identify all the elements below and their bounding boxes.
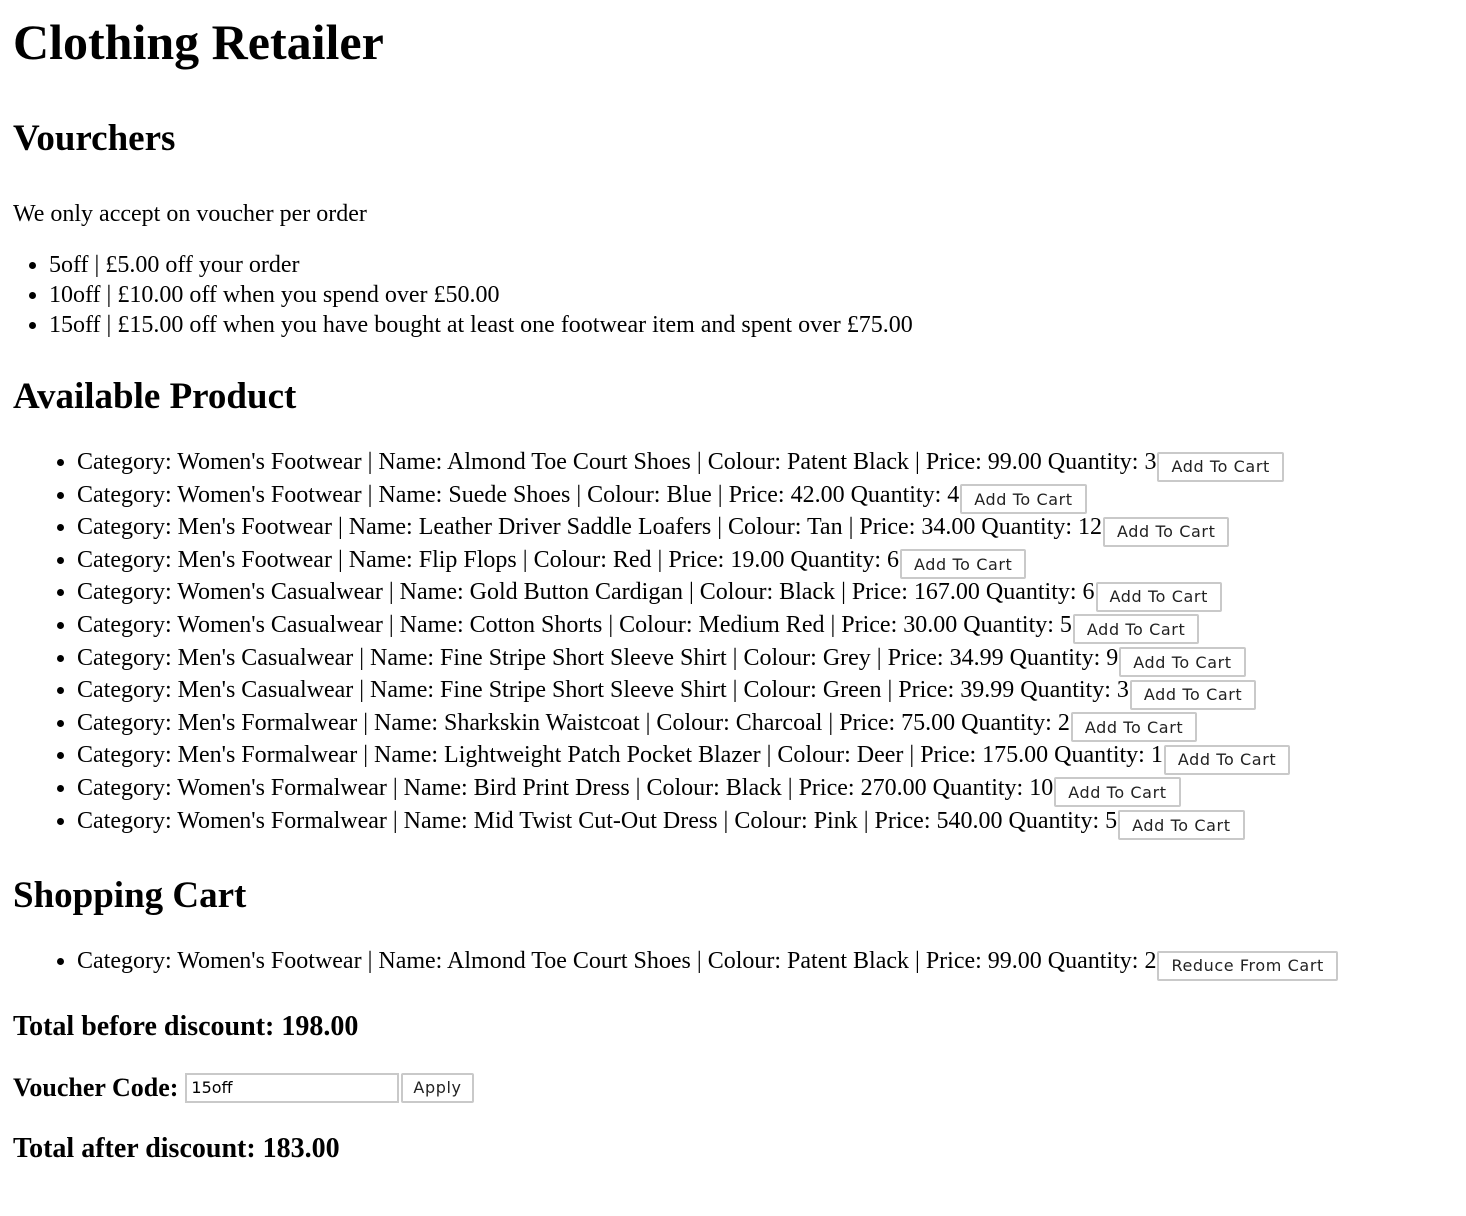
- product-item: Category: Men's Footwear | Name: Flip Fl…: [77, 546, 1453, 580]
- add-to-cart-button[interactable]: Add To Cart: [1119, 647, 1246, 678]
- product-item: Category: Men's Formalwear | Name: Shark…: [77, 709, 1453, 743]
- product-item: Category: Men's Footwear | Name: Leather…: [77, 513, 1453, 547]
- page: Clothing Retailer Vourchers We only acce…: [0, 0, 1466, 1165]
- voucher-code-label: Voucher Code:: [13, 1072, 179, 1102]
- add-to-cart-button[interactable]: Add To Cart: [1129, 679, 1257, 710]
- product-item: Category: Women's Formalwear | Name: Mid…: [77, 807, 1453, 841]
- product-text: Category: Men's Formalwear | Name: Shark…: [77, 709, 1070, 736]
- add-to-cart-button[interactable]: Add To Cart: [900, 549, 1027, 580]
- add-to-cart-button[interactable]: Add To Cart: [1072, 614, 1200, 645]
- product-item: Category: Women's Footwear | Name: Almon…: [77, 448, 1453, 482]
- add-to-cart-button[interactable]: Add To Cart: [1118, 810, 1245, 841]
- add-to-cart-button[interactable]: Add To Cart: [960, 484, 1087, 515]
- product-text: Category: Women's Casualwear | Name: Cot…: [77, 611, 1072, 638]
- cart-item: Category: Women's Footwear | Name: Almon…: [77, 945, 1453, 981]
- voucher-item: 15off | £15.00 off when you have bought …: [49, 310, 1453, 340]
- apply-button[interactable]: Apply: [401, 1072, 474, 1103]
- product-text: Category: Women's Footwear | Name: Suede…: [77, 481, 960, 508]
- voucher-note: We only accept on voucher per order: [13, 201, 367, 227]
- voucher-code-input[interactable]: [185, 1072, 400, 1103]
- page-title: Clothing Retailer: [13, 14, 384, 70]
- add-to-cart-button[interactable]: Add To Cart: [1054, 777, 1181, 808]
- total-after-discount: Total after discount: 183.00: [13, 1132, 340, 1164]
- product-text: Category: Women's Formalwear | Name: Bir…: [77, 774, 1054, 801]
- product-text: Category: Men's Footwear | Name: Leather…: [77, 514, 1103, 541]
- voucher-form: Voucher Code: Apply: [13, 1072, 1453, 1103]
- add-to-cart-button[interactable]: Add To Cart: [1103, 516, 1230, 547]
- cart-list: Category: Women's Footwear | Name: Almon…: [13, 945, 1453, 981]
- voucher-item: 10off | £10.00 off when you spend over £…: [49, 280, 1453, 310]
- total-before-discount: Total before discount: 198.00: [13, 1010, 359, 1042]
- product-text: Category: Women's Formalwear | Name: Mid…: [77, 807, 1118, 834]
- product-list: Category: Women's Footwear | Name: Almon…: [13, 448, 1453, 841]
- product-text: Category: Men's Casualwear | Name: Fine …: [77, 677, 1129, 704]
- voucher-list: 5off | £5.00 off your order 10off | £10.…: [13, 250, 1453, 340]
- product-item: Category: Men's Casualwear | Name: Fine …: [77, 676, 1453, 710]
- product-text: Category: Men's Formalwear | Name: Light…: [77, 742, 1163, 769]
- vouchers-heading: Vourchers: [13, 118, 176, 159]
- reduce-from-cart-button[interactable]: Reduce From Cart: [1157, 950, 1338, 981]
- product-text: Category: Women's Casualwear | Name: Gol…: [77, 579, 1095, 606]
- product-text: Category: Men's Footwear | Name: Flip Fl…: [77, 546, 899, 573]
- product-item: Category: Women's Casualwear | Name: Gol…: [77, 578, 1453, 612]
- cart-item-text: Category: Women's Footwear | Name: Almon…: [77, 948, 1157, 975]
- product-item: Category: Men's Formalwear | Name: Light…: [77, 741, 1453, 775]
- shopping-cart-heading: Shopping Cart: [13, 875, 247, 917]
- add-to-cart-button[interactable]: Add To Cart: [1157, 451, 1284, 482]
- product-text: Category: Men's Casualwear | Name: Fine …: [77, 644, 1119, 671]
- product-item: Category: Men's Casualwear | Name: Fine …: [77, 644, 1453, 678]
- product-item: Category: Women's Formalwear | Name: Bir…: [77, 774, 1453, 808]
- product-text: Category: Women's Footwear | Name: Almon…: [77, 449, 1157, 475]
- available-products-heading: Available Product: [13, 376, 297, 417]
- product-item: Category: Women's Casualwear | Name: Cot…: [77, 611, 1453, 645]
- product-item: Category: Women's Footwear | Name: Suede…: [77, 481, 1453, 515]
- add-to-cart-button[interactable]: Add To Cart: [1070, 712, 1198, 743]
- voucher-item: 5off | £5.00 off your order: [49, 250, 1453, 280]
- add-to-cart-button[interactable]: Add To Cart: [1163, 744, 1291, 775]
- add-to-cart-button[interactable]: Add To Cart: [1095, 581, 1222, 612]
